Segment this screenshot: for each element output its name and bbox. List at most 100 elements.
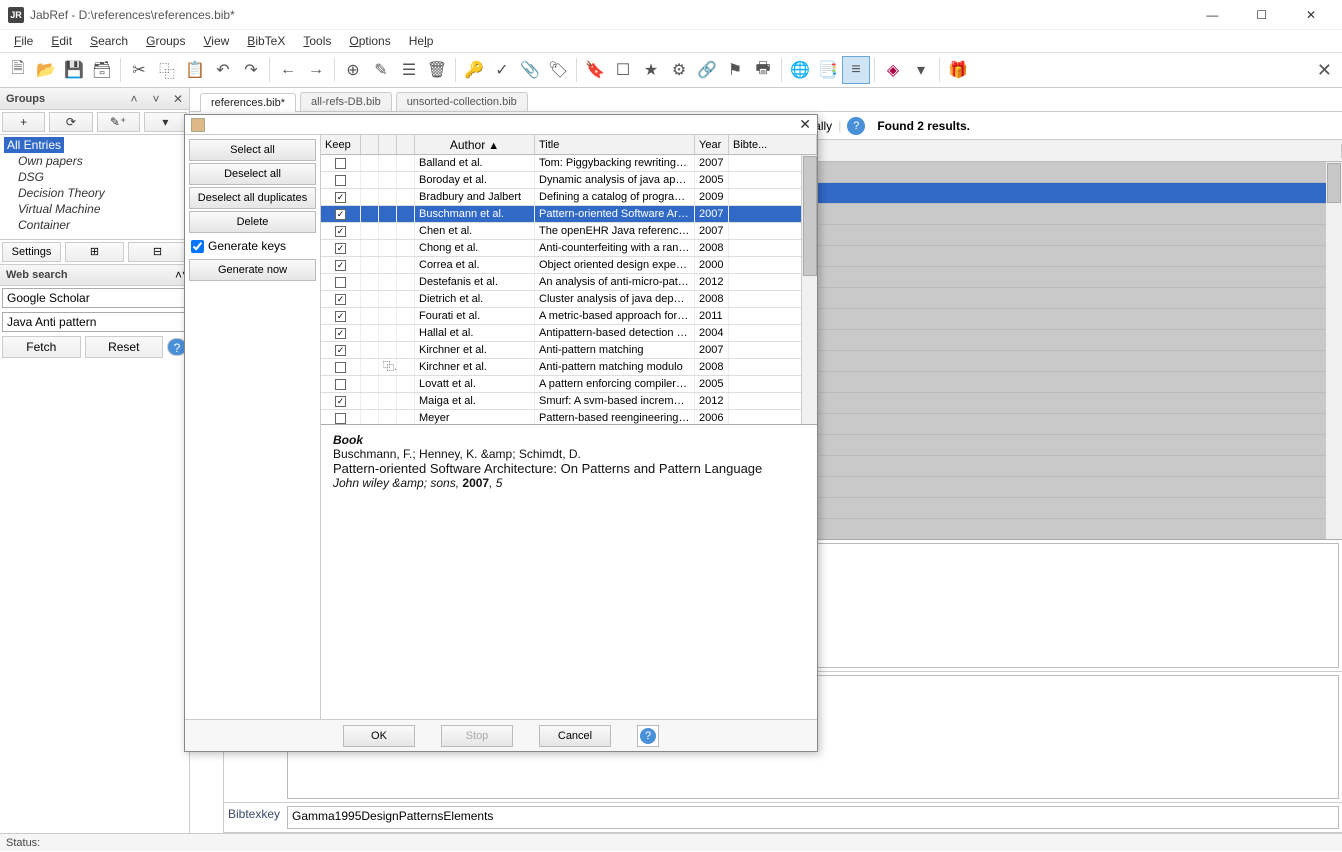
websearch-source[interactable]: Google Scholar xyxy=(2,288,187,308)
open-icon[interactable]: 📂 xyxy=(32,56,60,84)
generate-keys-checkbox[interactable]: Generate keys xyxy=(189,235,316,257)
settings-button[interactable]: Settings xyxy=(2,242,61,262)
redo-icon[interactable]: ↷ xyxy=(237,56,265,84)
copy-key-icon[interactable]: 📑 xyxy=(814,56,842,84)
import-row[interactable]: ✓Chen et al.The openEHR Java reference i… xyxy=(321,223,817,240)
group-add-button[interactable]: + xyxy=(2,112,45,132)
tab-references[interactable]: references.bib* xyxy=(200,93,296,112)
menu-tools[interactable]: Tools xyxy=(295,32,339,50)
import-row[interactable]: ✓Kirchner et al.Anti-pattern matching200… xyxy=(321,342,817,359)
dialog-help-icon[interactable]: ? xyxy=(637,725,659,747)
generate-now-button[interactable]: Generate now xyxy=(189,259,316,281)
tab-allrefs[interactable]: all-refs-DB.bib xyxy=(300,92,392,111)
col-keep[interactable]: Keep xyxy=(321,135,361,154)
gear-icon[interactable]: ⚙ xyxy=(665,56,693,84)
save-all-icon[interactable]: 🗃 xyxy=(88,56,116,84)
scrollbar[interactable] xyxy=(1326,162,1342,539)
group-item[interactable]: Own papers xyxy=(4,153,185,169)
import-row[interactable]: ✓Fourati et al.A metric-based approach f… xyxy=(321,308,817,325)
new-entry-icon[interactable]: ⊕ xyxy=(339,56,367,84)
help-icon[interactable]: ? xyxy=(847,117,865,135)
settings-collapse-button[interactable]: ⊟ xyxy=(128,242,187,262)
import-row[interactable]: ✓Dietrich et al.Cluster analysis of java… xyxy=(321,291,817,308)
delete-button[interactable]: Delete xyxy=(189,211,316,233)
reset-button[interactable]: Reset xyxy=(85,336,164,358)
edit-entry-icon[interactable]: ✎ xyxy=(367,56,395,84)
import-row[interactable]: ⿻Kirchner et al.Anti-pattern matching mo… xyxy=(321,359,817,376)
close-tab-icon[interactable]: ✕ xyxy=(1311,60,1338,81)
import-row[interactable]: MeyerPattern-based reengineering o...200… xyxy=(321,410,817,425)
select-all-button[interactable]: Select all xyxy=(189,139,316,161)
menu-view[interactable]: View xyxy=(195,32,237,50)
deselect-duplicates-button[interactable]: Deselect all duplicates xyxy=(189,187,316,209)
groups-down-icon[interactable]: ˅ xyxy=(145,92,167,106)
websearch-up-icon[interactable]: ˄ xyxy=(175,268,182,282)
import-row[interactable]: Boroday et al.Dynamic analysis of java a… xyxy=(321,172,817,189)
cut-icon[interactable]: ✂ xyxy=(125,56,153,84)
cancel-button[interactable]: Cancel xyxy=(539,725,611,747)
copy-icon[interactable]: ⿻ xyxy=(153,56,181,84)
bookmark2-icon[interactable]: ☐ xyxy=(609,56,637,84)
import-row[interactable]: Destefanis et al.An analysis of anti-mic… xyxy=(321,274,817,291)
cleanup-icon[interactable]: ✓ xyxy=(488,56,516,84)
tag-icon[interactable]: 🏷 xyxy=(544,56,572,84)
undo-icon[interactable]: ↶ xyxy=(209,56,237,84)
col-import-year[interactable]: Year xyxy=(695,135,729,154)
toggle-preview-icon[interactable]: ≡ xyxy=(842,56,870,84)
import-row[interactable]: ✓Buschmann et al.Pattern-oriented Softwa… xyxy=(321,206,817,223)
gift-icon[interactable]: 🎁 xyxy=(944,56,972,84)
settings-expand-button[interactable]: ⊞ xyxy=(65,242,124,262)
deselect-all-button[interactable]: Deselect all xyxy=(189,163,316,185)
group-settings-button[interactable]: ▾ xyxy=(144,112,187,132)
group-all-entries[interactable]: All Entries xyxy=(4,137,64,153)
menu-options[interactable]: Options xyxy=(341,32,398,50)
dialog-close-icon[interactable]: ✕ xyxy=(799,116,811,133)
attach-icon[interactable]: 📎 xyxy=(516,56,544,84)
delete-icon[interactable]: 🗑 xyxy=(423,56,451,84)
paste-icon[interactable]: 📋 xyxy=(181,56,209,84)
groups-close-icon[interactable]: ✕ xyxy=(167,92,189,106)
tab-unsorted[interactable]: unsorted-collection.bib xyxy=(396,92,528,111)
bookmark-icon[interactable]: 🔖 xyxy=(581,56,609,84)
import-row[interactable]: ✓Maiga et al.Smurf: A svm-based incremen… xyxy=(321,393,817,410)
maximize-button[interactable]: ☐ xyxy=(1239,0,1285,30)
import-scrollbar[interactable] xyxy=(801,155,817,424)
group-item[interactable]: DSG xyxy=(4,169,185,185)
globe-icon[interactable]: 🌐 xyxy=(786,56,814,84)
col-import-bibtex[interactable]: Bibte... xyxy=(729,135,817,154)
menu-search[interactable]: Search xyxy=(82,32,136,50)
group-item[interactable]: Container xyxy=(4,217,185,233)
editor-bibtexkey-field[interactable]: Gamma1995DesignPatternsElements xyxy=(287,806,1339,829)
col-import-title[interactable]: Title xyxy=(535,135,695,154)
close-button[interactable]: ✕ xyxy=(1288,0,1334,30)
forward-icon[interactable]: → xyxy=(302,56,330,84)
flag-icon[interactable]: ⚑ xyxy=(721,56,749,84)
group-refresh-button[interactable]: ⟳ xyxy=(49,112,92,132)
key-icon[interactable]: 🔑 xyxy=(460,56,488,84)
menu-bibtex[interactable]: BibTeX xyxy=(239,32,293,50)
menu-help[interactable]: Help xyxy=(401,32,442,50)
import-row[interactable]: ✓Bradbury and JalbertDefining a catalog … xyxy=(321,189,817,206)
import-row[interactable]: ✓Chong et al.Anti-counterfeiting with a … xyxy=(321,240,817,257)
groups-up-icon[interactable]: ˄ xyxy=(123,92,145,106)
minimize-button[interactable]: — xyxy=(1189,0,1235,30)
menu-groups[interactable]: Groups xyxy=(138,32,193,50)
group-item[interactable]: Virtual Machine xyxy=(4,201,185,217)
col-author[interactable]: Author ▲ xyxy=(415,135,535,154)
group-item[interactable]: Decision Theory xyxy=(4,185,185,201)
ok-button[interactable]: OK xyxy=(343,725,415,747)
websearch-query[interactable]: Java Anti pattern xyxy=(2,312,187,332)
save-icon[interactable]: 💾 xyxy=(60,56,88,84)
star-icon[interactable]: ★ xyxy=(637,56,665,84)
menu-file[interactable]: File xyxy=(6,32,41,50)
import-row[interactable]: Lovatt et al.A pattern enforcing compile… xyxy=(321,376,817,393)
menu-edit[interactable]: Edit xyxy=(43,32,80,50)
import-row[interactable]: Balland et al.Tom: Piggybacking rewritin… xyxy=(321,155,817,172)
print-icon[interactable]: 🖶 xyxy=(749,56,777,84)
link-icon[interactable]: 🔗 xyxy=(693,56,721,84)
fetch-button[interactable]: Fetch xyxy=(2,336,81,358)
new-icon[interactable]: 🗎 xyxy=(4,56,32,84)
edit-strings-icon[interactable]: ☰ xyxy=(395,56,423,84)
dropdown-icon[interactable]: ▾ xyxy=(907,56,935,84)
import-row[interactable]: ✓Correa et al.Object oriented design exp… xyxy=(321,257,817,274)
